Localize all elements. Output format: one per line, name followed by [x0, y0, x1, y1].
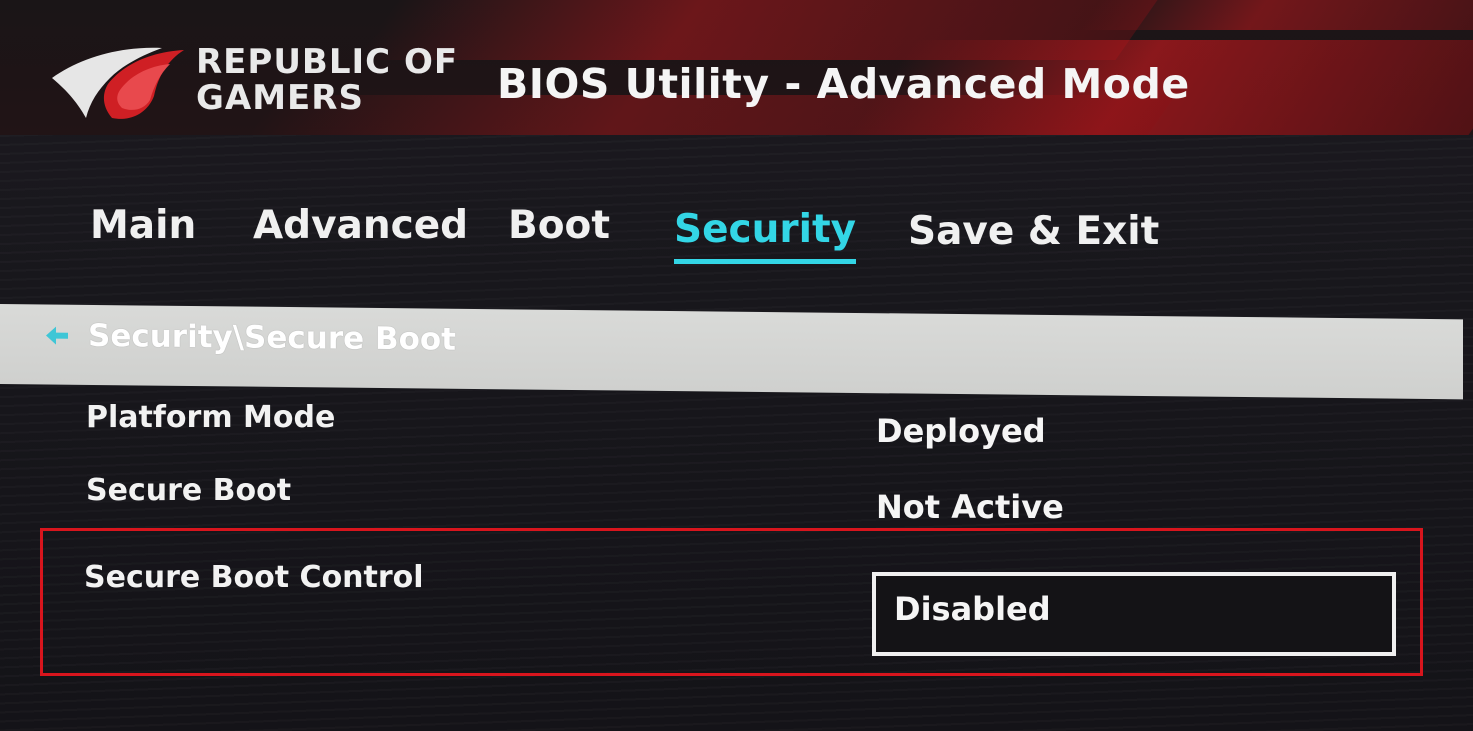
arrow-left-icon[interactable] — [42, 320, 72, 350]
setting-value-platform-mode: Deployed — [876, 412, 1046, 450]
tab-advanced[interactable]: Advanced — [253, 203, 468, 248]
tab-main-label: Main — [90, 203, 197, 248]
header-banner: REPUBLIC OF GAMERS BIOS Utility - Advanc… — [0, 0, 1473, 135]
tab-security-label: Security — [674, 207, 857, 252]
setting-label-platform-mode: Platform Mode — [86, 400, 336, 435]
setting-label-secure-boot-control: Secure Boot Control — [84, 560, 424, 595]
page-title: BIOS Utility - Advanced Mode — [497, 60, 1190, 108]
tab-save-exit[interactable]: Save & Exit — [908, 209, 1159, 254]
breadcrumb-path: Security\Secure Boot — [88, 317, 457, 358]
tab-bar: Main Advanced Boot Security Save & Exit — [0, 195, 1473, 275]
brand-line-1: REPUBLIC OF — [196, 42, 459, 82]
secure-boot-control-select[interactable]: Disabled — [872, 572, 1396, 656]
secure-boot-control-value: Disabled — [894, 590, 1051, 628]
setting-value-secure-boot: Not Active — [876, 488, 1064, 526]
active-tab-underline — [674, 259, 857, 264]
tab-security[interactable]: Security — [674, 207, 857, 264]
tab-main[interactable]: Main — [90, 203, 196, 248]
tab-boot[interactable]: Boot — [508, 203, 610, 248]
brand-wordmark: REPUBLIC OF GAMERS — [196, 44, 458, 116]
bios-screen: REPUBLIC OF GAMERS BIOS Utility - Advanc… — [0, 0, 1473, 731]
setting-label-secure-boot: Secure Boot — [86, 473, 292, 508]
brand-line-2: GAMERS — [196, 78, 364, 118]
tab-advanced-label: Advanced — [253, 203, 469, 248]
breadcrumb: Security\Secure Boot — [0, 304, 1463, 400]
rog-logo-icon — [52, 47, 184, 119]
tab-boot-label: Boot — [508, 203, 610, 248]
tab-save-exit-label: Save & Exit — [908, 209, 1160, 254]
